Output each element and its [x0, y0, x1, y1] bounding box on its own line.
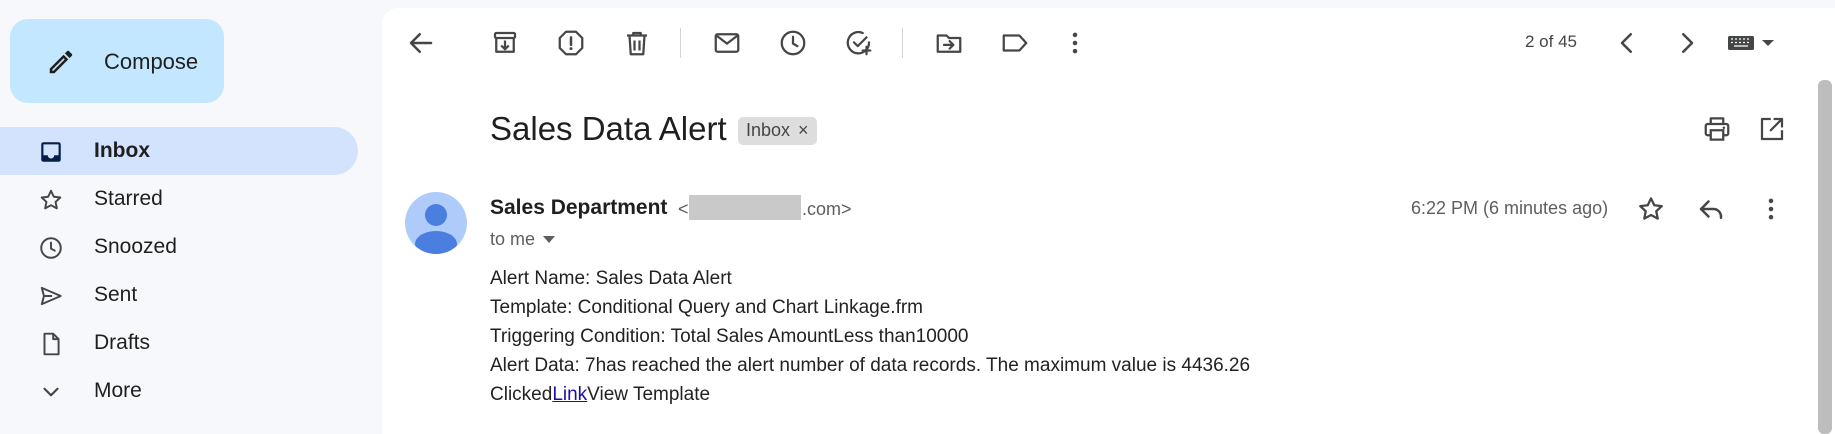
snooze-icon	[780, 30, 806, 56]
clicked-text: Clicked	[490, 384, 553, 405]
person-icon	[415, 204, 457, 254]
sidebar-item-more[interactable]: More	[0, 367, 358, 415]
redacted-email	[689, 195, 801, 220]
mark-unread-icon	[714, 33, 740, 53]
send-icon	[40, 286, 62, 306]
sidebar-item-label: Starred	[94, 187, 163, 210]
report-spam-button[interactable]	[556, 28, 586, 58]
more-vert-icon	[1768, 198, 1774, 220]
scrollbar[interactable]	[1818, 80, 1832, 434]
mark-unread-button[interactable]	[712, 28, 742, 58]
reply-button[interactable]	[1696, 194, 1726, 224]
message-subject: Sales Data Alert	[490, 110, 727, 147]
pencil-icon	[49, 50, 73, 74]
keyboard-icon	[1728, 36, 1774, 50]
delete-icon	[627, 31, 647, 56]
add-task-button[interactable]	[844, 28, 874, 58]
sidebar-item-inbox[interactable]: Inbox	[0, 127, 358, 175]
inbox-icon	[41, 142, 61, 162]
body-line: Alert Data: 7has reached the alert numbe…	[490, 355, 1251, 376]
message-more-button[interactable]	[1756, 194, 1786, 224]
chevron-right-icon	[1682, 33, 1694, 53]
star-icon	[1639, 197, 1663, 220]
older-button[interactable]	[1672, 28, 1702, 58]
remove-label-button[interactable]: ×	[798, 120, 809, 145]
archive-button[interactable]	[490, 28, 520, 58]
add-task-icon	[846, 30, 872, 56]
label-chip-text: Inbox	[746, 120, 791, 140]
chevron-down-icon	[43, 387, 59, 397]
move-to-button[interactable]	[934, 28, 964, 58]
more-vert-icon	[1072, 32, 1078, 54]
compose-button[interactable]: Compose	[10, 19, 224, 103]
sidebar-item-snoozed[interactable]: Snoozed	[0, 223, 358, 271]
open-in-new-icon	[1760, 117, 1784, 141]
sidebar-item-label: Sent	[94, 283, 138, 306]
label-chip: Inbox ×	[738, 117, 817, 145]
sidebar-item-label: Snoozed	[94, 235, 177, 258]
back-arrow-icon	[409, 33, 433, 53]
recipient-details-toggle[interactable]: to me	[490, 229, 556, 250]
snooze-button[interactable]	[778, 28, 808, 58]
body-line: Alert Name: Sales Data Alert	[490, 268, 732, 289]
sidebar-item-starred[interactable]: Starred	[0, 175, 358, 223]
delete-button[interactable]	[622, 28, 652, 58]
toolbar-divider	[680, 28, 681, 58]
print-button[interactable]	[1702, 114, 1732, 144]
toolbar-divider	[902, 28, 903, 58]
sidebar-item-drafts[interactable]: Drafts	[0, 319, 358, 367]
sidebar-item-label: Inbox	[94, 139, 150, 162]
message-timestamp: 6:22 PM (6 minutes ago)	[1411, 198, 1609, 218]
report-spam-icon	[558, 30, 584, 56]
draft-icon	[43, 332, 60, 356]
input-tools-button[interactable]	[1726, 28, 1782, 58]
compose-label: Compose	[104, 49, 199, 74]
label-icon	[1002, 34, 1028, 52]
body-line-links: ClickedLinkView Template	[490, 384, 710, 406]
more-options-button[interactable]	[1060, 28, 1090, 58]
archive-icon	[493, 31, 517, 53]
pagination-text: 2 of 45	[1525, 32, 1577, 51]
alert-link[interactable]: Link	[552, 384, 587, 405]
label-button[interactable]	[1000, 28, 1030, 58]
sidebar-item-label: More	[94, 379, 142, 402]
body-line: Triggering Condition: Total Sales Amount…	[490, 326, 969, 347]
move-to-icon	[936, 34, 962, 53]
sender-email-prefix: <	[678, 199, 689, 219]
body-line: Template: Conditional Query and Chart Li…	[490, 297, 924, 318]
newer-button[interactable]	[1612, 28, 1642, 58]
sender-email-domain: .com>	[802, 199, 852, 219]
back-button[interactable]	[406, 28, 436, 58]
recipient-label: to me	[490, 229, 536, 249]
sender-name: Sales Department	[490, 196, 668, 219]
star-icon	[40, 189, 62, 210]
print-icon	[1704, 117, 1730, 141]
view-template-text: View Template	[587, 384, 711, 405]
chevron-left-icon	[1620, 33, 1632, 53]
sidebar-item-label: Drafts	[94, 331, 151, 354]
caret-down-icon	[543, 235, 556, 243]
sidebar-item-sent[interactable]: Sent	[0, 271, 358, 319]
reply-icon	[1699, 200, 1723, 219]
open-new-window-button[interactable]	[1757, 114, 1787, 144]
sender-avatar[interactable]	[405, 192, 467, 254]
star-button[interactable]	[1636, 194, 1666, 224]
clock-icon	[40, 237, 62, 259]
